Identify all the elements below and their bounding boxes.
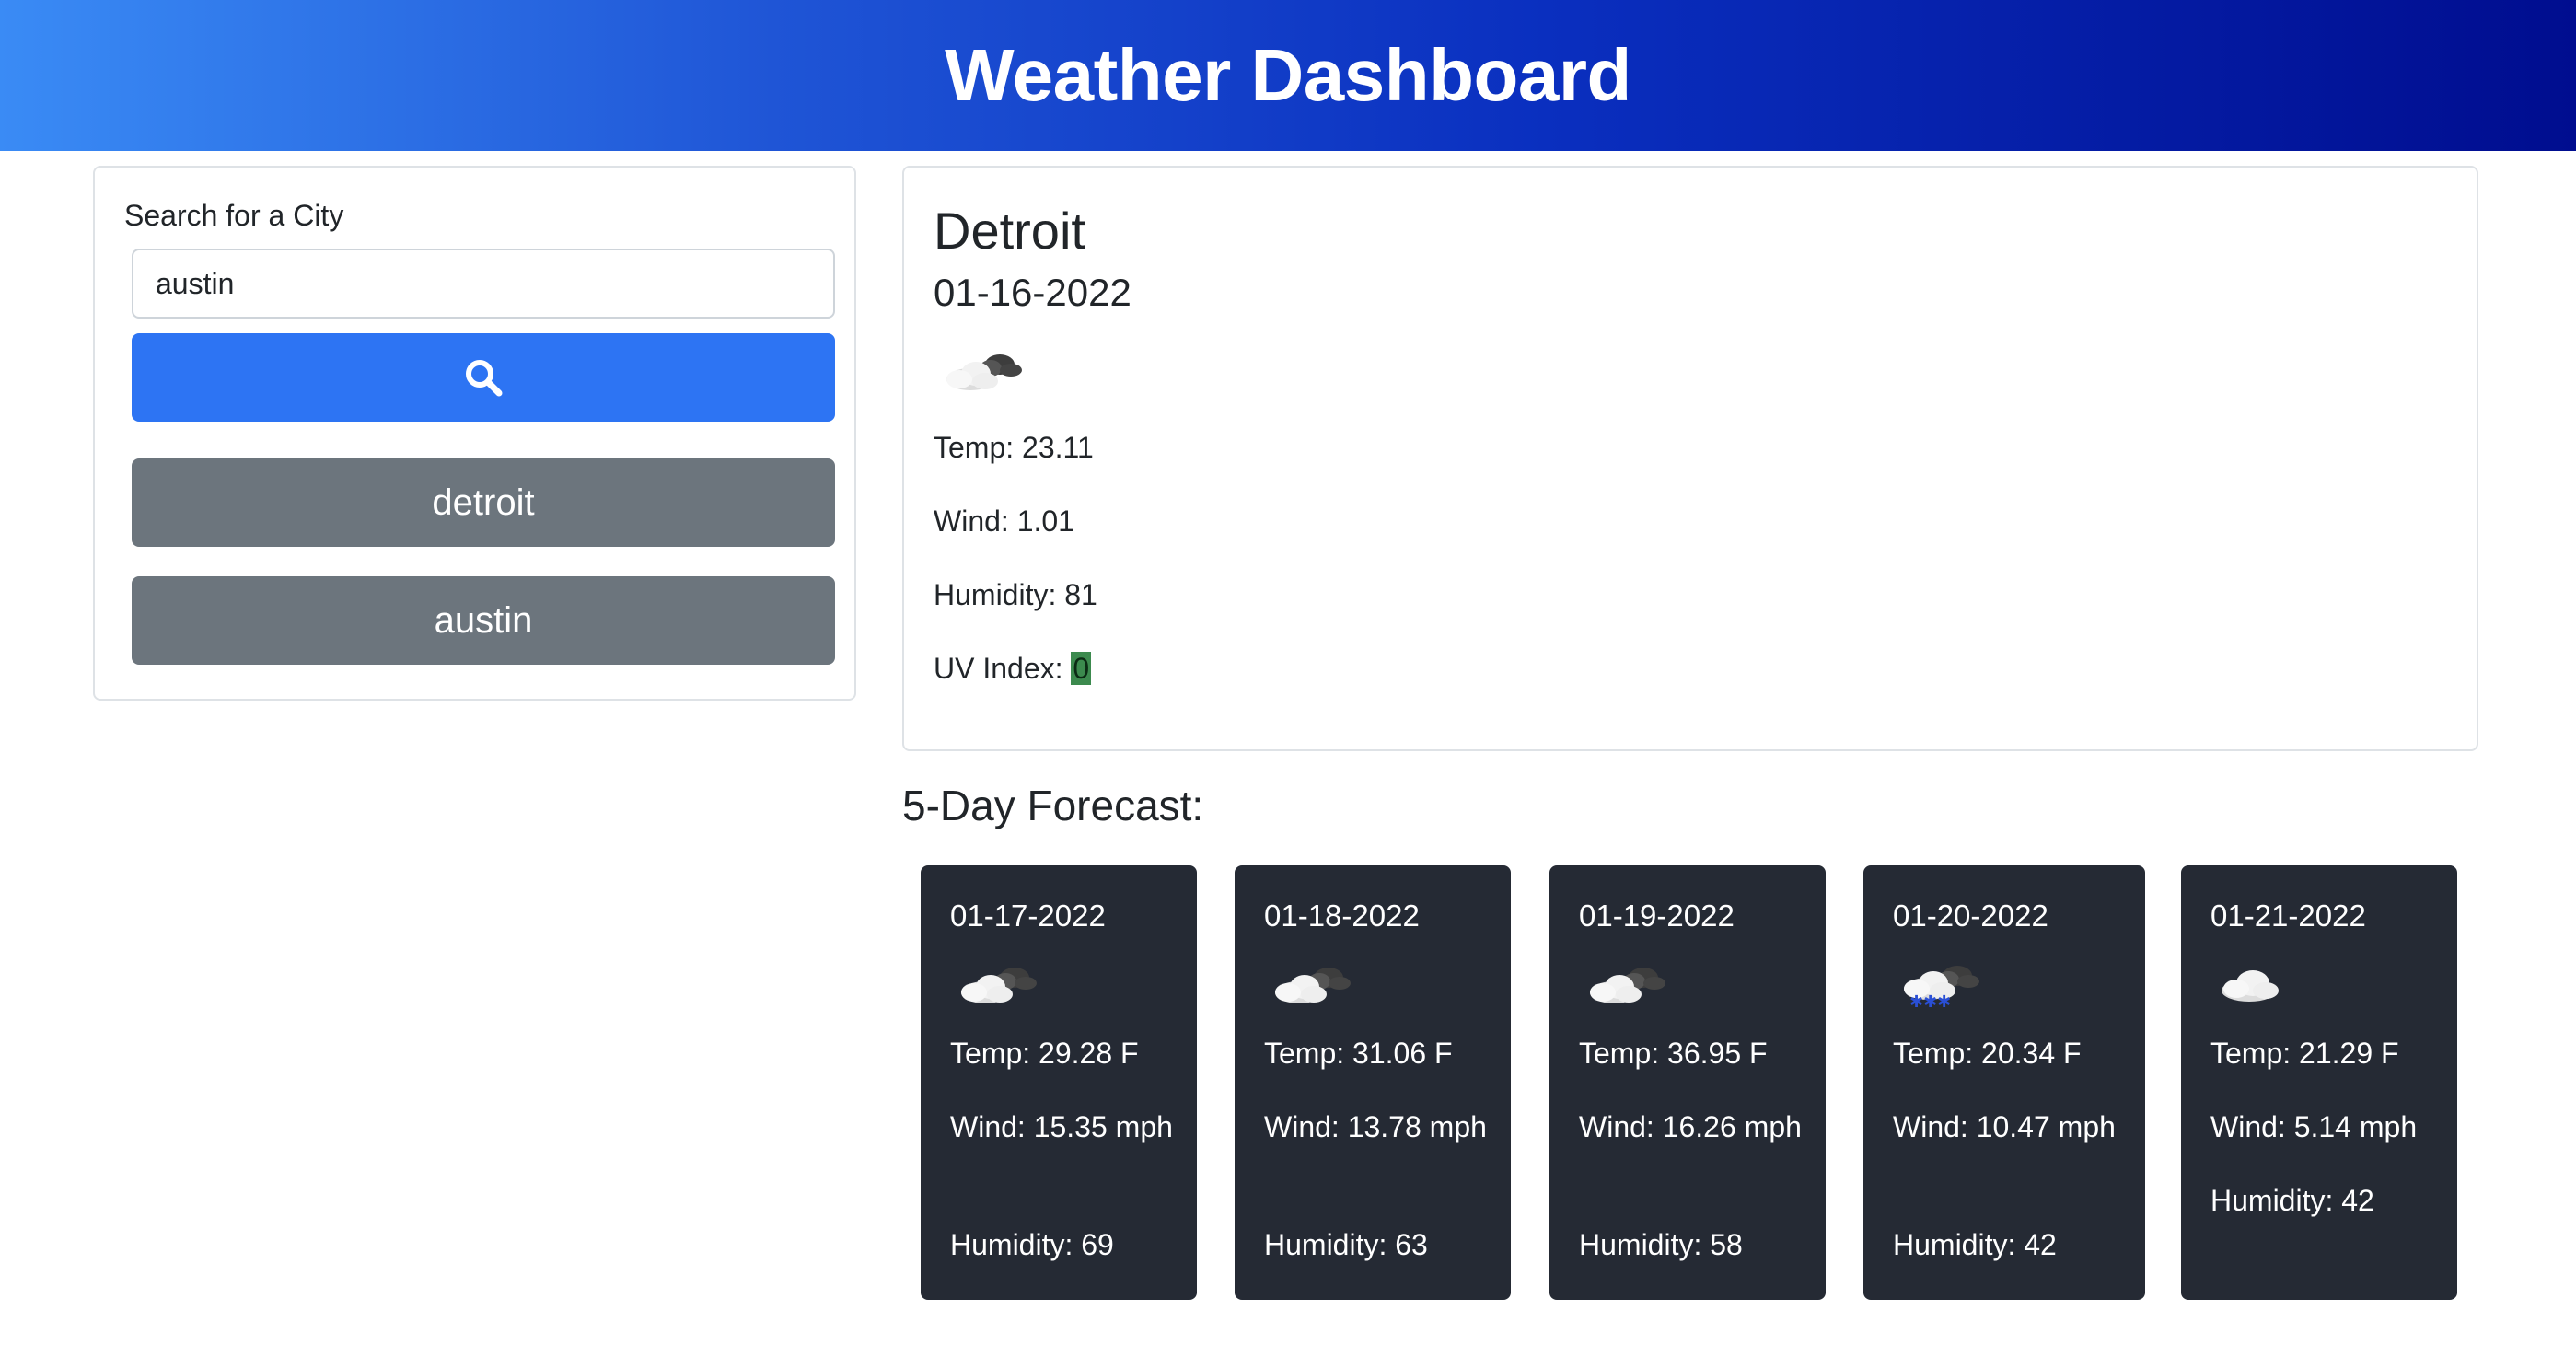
history-button-detroit[interactable]: detroit bbox=[132, 458, 835, 547]
history-button-austin[interactable]: austin bbox=[132, 576, 835, 665]
search-panel: Search for a City detroit austin bbox=[93, 166, 856, 701]
forecast-wind: Wind: 5.14 mph bbox=[2210, 1110, 2418, 1143]
forecast-temp: Temp: 36.95 F bbox=[1579, 1037, 1768, 1070]
forecast-humidity: Humidity: 42 bbox=[2210, 1184, 2374, 1217]
svg-text:✱✱✱: ✱✱✱ bbox=[1909, 992, 1951, 1012]
partly-cloudy-icon bbox=[1583, 954, 1671, 1017]
forecast-card: 01-20-2022 ✱✱✱ Temp: 20.34 F Wind: 10.47… bbox=[1863, 865, 2145, 1300]
partly-cloudy-icon bbox=[939, 341, 1027, 404]
forecast-wind: Wind: 10.47 mph bbox=[1893, 1110, 2116, 1143]
current-wind: Wind: 1.01 bbox=[934, 504, 1074, 538]
forecast-date: 01-18-2022 bbox=[1264, 898, 1420, 933]
forecast-temp: Temp: 29.28 F bbox=[950, 1037, 1139, 1070]
partly-cloudy-icon bbox=[954, 954, 1042, 1017]
search-input[interactable] bbox=[132, 249, 835, 319]
forecast-card: 01-21-2022 Temp: 21.29 F Wind: 5.14 mph … bbox=[2181, 865, 2457, 1300]
uv-index-badge: 0 bbox=[1071, 652, 1092, 685]
forecast-card: 01-19-2022 Temp: 36.95 F Wind: 16.26 mph… bbox=[1549, 865, 1826, 1300]
current-temp: Temp: 23.11 bbox=[934, 431, 1094, 464]
forecast-title: 5-Day Forecast: bbox=[902, 782, 1204, 829]
current-date: 01-16-2022 bbox=[934, 271, 1131, 314]
forecast-date: 01-17-2022 bbox=[950, 898, 1106, 933]
page-title: Weather Dashboard bbox=[945, 34, 1631, 116]
forecast-wind: Wind: 15.35 mph bbox=[950, 1110, 1173, 1143]
city-name: Detroit bbox=[934, 202, 1085, 260]
uv-index-label: UV Index: bbox=[934, 652, 1072, 685]
forecast-wind: Wind: 16.26 mph bbox=[1579, 1110, 1802, 1143]
forecast-humidity: Humidity: 63 bbox=[1264, 1228, 1428, 1261]
forecast-temp: Temp: 31.06 F bbox=[1264, 1037, 1453, 1070]
search-label: Search for a City bbox=[124, 199, 344, 232]
forecast-humidity: Humidity: 58 bbox=[1579, 1228, 1743, 1261]
forecast-temp: Temp: 21.29 F bbox=[2210, 1037, 2399, 1070]
partly-cloudy-icon bbox=[1268, 954, 1356, 1017]
cloud-icon bbox=[2214, 954, 2303, 1017]
forecast-date: 01-19-2022 bbox=[1579, 898, 1735, 933]
forecast-date: 01-21-2022 bbox=[2210, 898, 2366, 933]
current-uv-index: UV Index: 0 bbox=[934, 652, 1092, 686]
current-humidity: Humidity: 81 bbox=[934, 578, 1097, 611]
search-button[interactable] bbox=[132, 333, 835, 422]
current-weather-card: Detroit 01-16-2022 Temp: 23.11 Wind: 1.0… bbox=[902, 166, 2478, 751]
forecast-humidity: Humidity: 42 bbox=[1893, 1228, 2057, 1261]
forecast-temp: Temp: 20.34 F bbox=[1893, 1037, 2082, 1070]
forecast-humidity: Humidity: 69 bbox=[950, 1228, 1114, 1261]
search-icon bbox=[466, 360, 503, 397]
forecast-date: 01-20-2022 bbox=[1893, 898, 2048, 933]
forecast-wind: Wind: 13.78 mph bbox=[1264, 1110, 1487, 1143]
snow-cloud-icon: ✱✱✱ bbox=[1897, 954, 1985, 1017]
forecast-card: 01-18-2022 Temp: 31.06 F Wind: 13.78 mph… bbox=[1235, 865, 1511, 1300]
forecast-card: 01-17-2022 Temp: 29.28 F Wind: 15.35 mph… bbox=[921, 865, 1197, 1300]
header-banner: Weather Dashboard bbox=[0, 0, 2576, 151]
